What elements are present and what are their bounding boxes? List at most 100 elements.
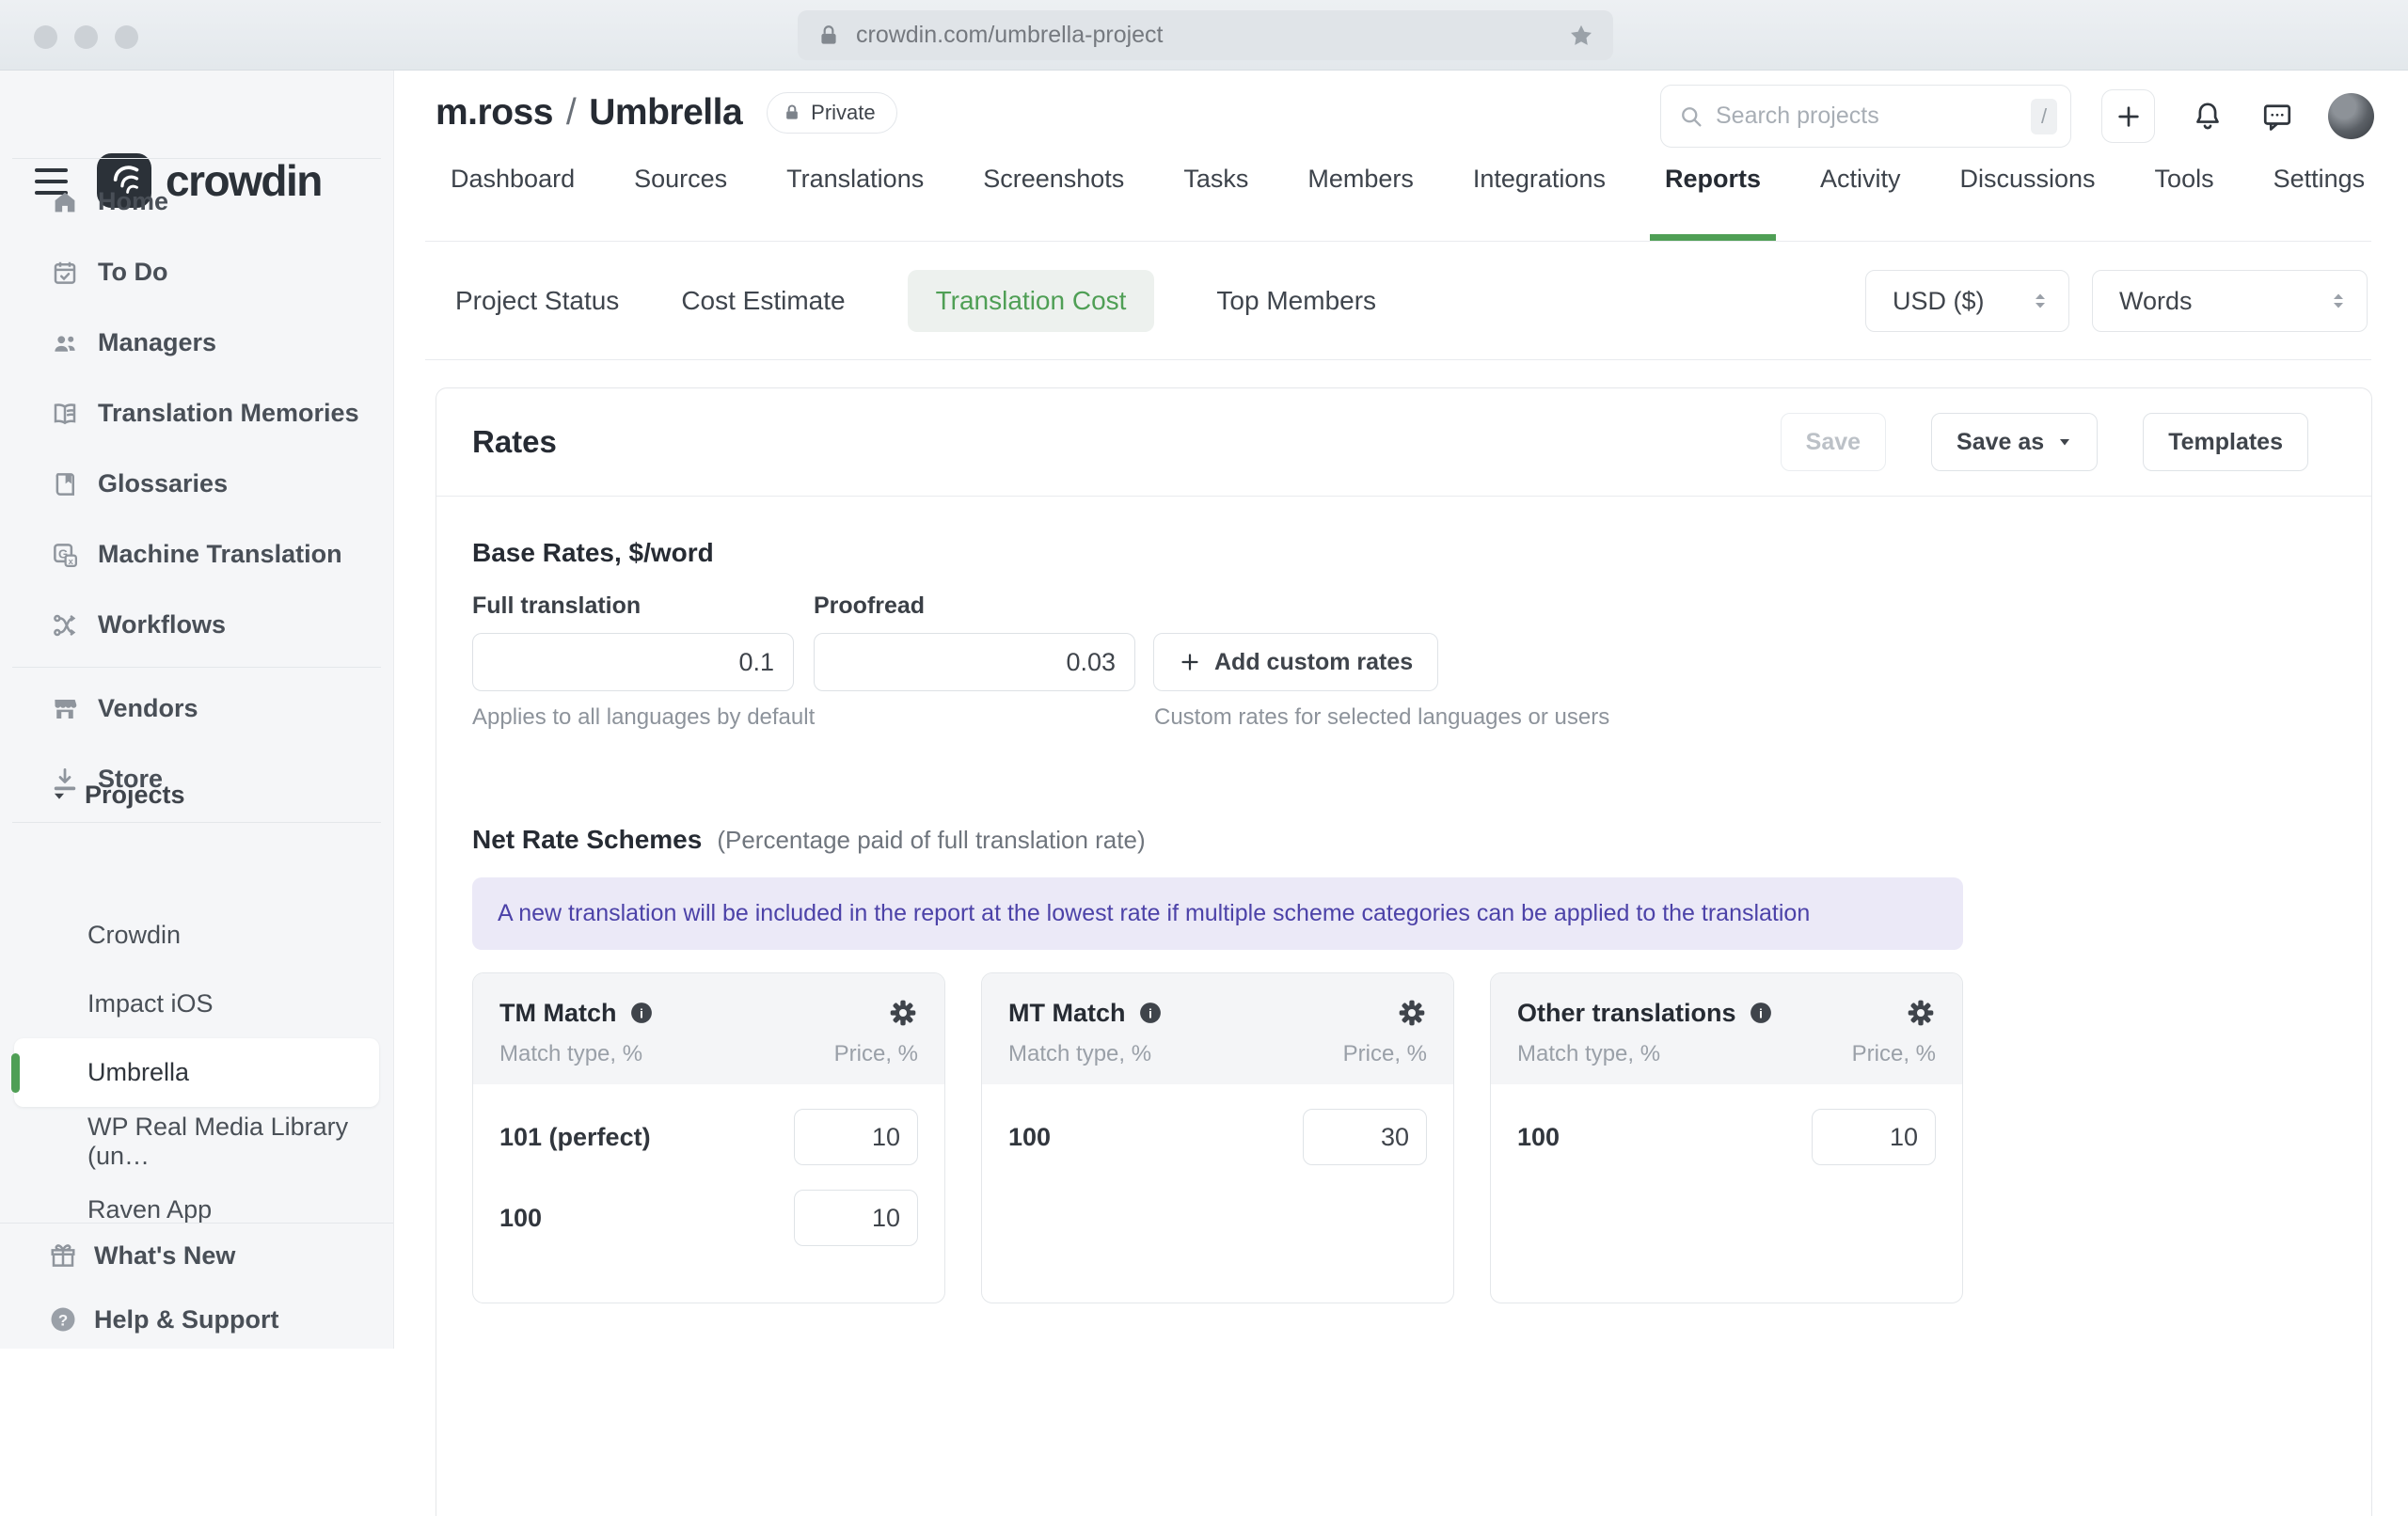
window-close-button[interactable] xyxy=(34,25,57,49)
base-rate-labels: Full translation Proofread xyxy=(472,592,2336,620)
project-item-umbrella[interactable]: Umbrella xyxy=(14,1038,379,1107)
info-icon[interactable]: i xyxy=(630,1002,653,1024)
project-item-crowdin[interactable]: Crowdin xyxy=(0,901,393,970)
save-button[interactable]: Save xyxy=(1780,413,1887,471)
svg-text:i: i xyxy=(640,1006,643,1021)
sidebar-item-workflows[interactable]: Workflows xyxy=(0,590,393,660)
private-badge-label: Private xyxy=(811,101,876,124)
lock-icon xyxy=(783,103,801,122)
other-translations-card-body: 100 xyxy=(1491,1109,1962,1165)
templates-button[interactable]: Templates xyxy=(2143,413,2308,471)
sidebar-item-managers[interactable]: Managers xyxy=(0,308,393,378)
main-content: m.ross / Umbrella Private / Dashboard So… xyxy=(395,71,2408,1516)
search-box[interactable]: / xyxy=(1660,85,2071,148)
full-translation-input[interactable] xyxy=(472,633,794,691)
base-rates-help-left: Applies to all languages by default xyxy=(472,704,816,730)
sidebar-divider xyxy=(12,158,381,159)
match-type-value: 101 (perfect) xyxy=(499,1122,651,1151)
sidebar-item-whats-new[interactable]: What's New xyxy=(0,1224,393,1287)
address-bar[interactable]: crowdin.com/umbrella-project xyxy=(798,10,1613,60)
sidebar-item-vendors[interactable]: Vendors xyxy=(0,673,393,744)
tm-match-100-price-input[interactable] xyxy=(794,1190,918,1246)
rates-panel-header: Rates Save Save as Templates xyxy=(436,388,2371,497)
base-rates-help-right: Custom rates for selected languages or u… xyxy=(1154,704,1610,730)
messages-button[interactable] xyxy=(2260,100,2294,134)
tab-settings[interactable]: Settings xyxy=(2273,165,2366,242)
tab-discussions[interactable]: Discussions xyxy=(1960,165,2096,242)
match-type-column-label: Match type, % xyxy=(499,1041,643,1066)
info-icon[interactable]: i xyxy=(1139,1002,1162,1024)
sidebar-item-home[interactable]: Home xyxy=(0,166,393,237)
unit-select[interactable]: Words xyxy=(2092,270,2368,332)
info-icon[interactable]: i xyxy=(1750,1002,1772,1024)
rates-actions: Save Save as Templates xyxy=(1780,413,2308,471)
tab-activity[interactable]: Activity xyxy=(1820,165,1901,242)
tab-tasks[interactable]: Tasks xyxy=(1183,165,1248,242)
mt-match-card-body: 100 xyxy=(982,1109,1453,1165)
gear-icon[interactable] xyxy=(1906,998,1936,1028)
sidebar-item-glossaries[interactable]: Glossaries xyxy=(0,449,393,519)
subtab-project-status[interactable]: Project Status xyxy=(455,286,619,316)
sidebar-item-translation-memories[interactable]: Translation Memories xyxy=(0,378,393,449)
match-type-column-label: Match type, % xyxy=(1517,1041,1661,1066)
bell-icon xyxy=(2191,100,2225,134)
project-item-impact-ios[interactable]: Impact iOS xyxy=(0,970,393,1038)
chat-bubble-icon xyxy=(2260,100,2294,134)
match-type-value: 100 xyxy=(1517,1122,1560,1151)
base-rate-inputs: Add custom rates xyxy=(472,633,2336,691)
currency-select[interactable]: USD ($) xyxy=(1865,270,2069,332)
mt-match-card-header: MT Match i Match type, % Price, % xyxy=(982,973,1453,1084)
svg-text:i: i xyxy=(1759,1006,1763,1021)
net-rate-cards: TM Match i Match type, % Price, % 101 (p… xyxy=(472,972,2336,1303)
subtab-top-members[interactable]: Top Members xyxy=(1216,286,1376,316)
bookmark-star-icon[interactable] xyxy=(1568,23,1594,49)
sidebar-item-todo[interactable]: To Do xyxy=(0,237,393,308)
gear-icon[interactable] xyxy=(1397,998,1427,1028)
unit-select-value: Words xyxy=(2119,286,2193,315)
chevron-down-icon xyxy=(49,785,70,806)
search-input[interactable] xyxy=(1716,103,2031,130)
sidebar-item-machine-translation[interactable]: Gx Machine Translation xyxy=(0,519,393,590)
breadcrumb-owner[interactable]: m.ross xyxy=(436,92,553,134)
home-icon xyxy=(51,188,79,216)
sidebar-projects-header[interactable]: Projects xyxy=(0,760,393,830)
tab-tools[interactable]: Tools xyxy=(2155,165,2214,242)
tab-integrations[interactable]: Integrations xyxy=(1473,165,1606,242)
tab-members[interactable]: Members xyxy=(1307,165,1414,242)
open-book-icon xyxy=(51,400,79,428)
sidebar-item-help-support[interactable]: ? Help & Support xyxy=(0,1287,393,1351)
gift-icon xyxy=(49,1241,77,1270)
notifications-button[interactable] xyxy=(2191,100,2225,134)
project-item-wp-real-media-library[interactable]: WP Real Media Library (un… xyxy=(0,1107,393,1176)
subtab-translation-cost[interactable]: Translation Cost xyxy=(907,269,1155,332)
add-custom-rates-button[interactable]: Add custom rates xyxy=(1153,633,1439,691)
window-maximize-button[interactable] xyxy=(115,25,138,49)
sidebar-footer: What's New ? Help & Support xyxy=(0,1224,393,1351)
tm-match-101-price-input[interactable] xyxy=(794,1109,918,1165)
tab-dashboard[interactable]: Dashboard xyxy=(451,165,575,242)
other-translations-card-header: Other translations i Match type, % Price… xyxy=(1491,973,1962,1084)
user-avatar[interactable] xyxy=(2328,93,2374,139)
other-translations-100-price-input[interactable] xyxy=(1812,1109,1936,1165)
match-type-column-label: Match type, % xyxy=(1008,1041,1152,1066)
subtab-cost-estimate[interactable]: Cost Estimate xyxy=(681,286,845,316)
window-controls xyxy=(34,25,138,49)
mt-match-100-price-input[interactable] xyxy=(1303,1109,1427,1165)
net-rate-schemes-title: Net Rate Schemes xyxy=(472,825,703,854)
tab-reports[interactable]: Reports xyxy=(1649,165,1777,242)
breadcrumb: m.ross / Umbrella Private xyxy=(436,92,897,134)
save-as-button[interactable]: Save as xyxy=(1931,413,2099,471)
tab-translations[interactable]: Translations xyxy=(786,165,924,242)
tab-sources[interactable]: Sources xyxy=(634,165,727,242)
gear-icon[interactable] xyxy=(888,998,918,1028)
tab-screenshots[interactable]: Screenshots xyxy=(983,165,1124,242)
proofread-label: Proofread xyxy=(814,592,926,619)
window-minimize-button[interactable] xyxy=(74,25,98,49)
project-item-raven-app[interactable]: Raven App xyxy=(0,1176,393,1223)
table-row: 100 xyxy=(499,1190,918,1246)
full-translation-label: Full translation xyxy=(472,592,642,619)
machine-translation-icon: Gx xyxy=(51,541,79,569)
create-project-button[interactable] xyxy=(2101,89,2155,143)
match-type-value: 100 xyxy=(1008,1122,1052,1151)
proofread-input[interactable] xyxy=(814,633,1135,691)
